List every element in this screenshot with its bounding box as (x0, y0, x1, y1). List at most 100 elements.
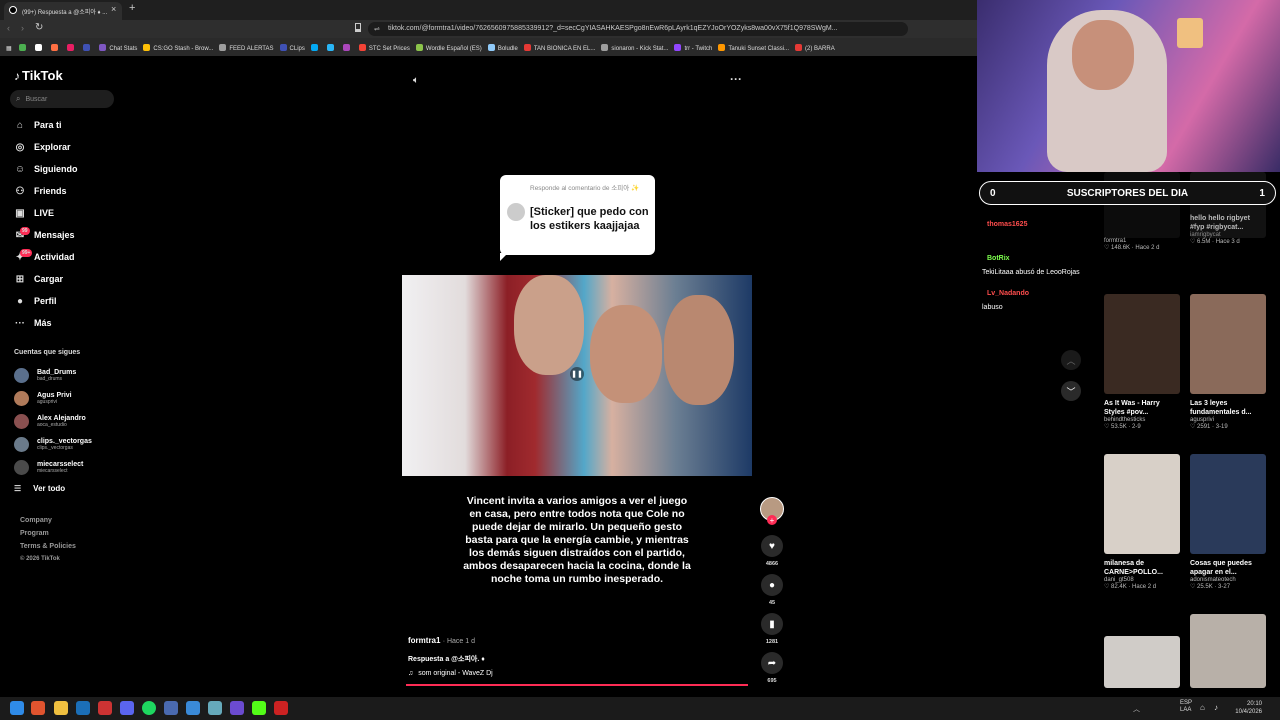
see-all-button[interactable]: ☰ Ver todo (14, 484, 65, 493)
forward-icon[interactable]: › (21, 23, 24, 33)
start-icon[interactable] (10, 701, 24, 715)
reload-icon[interactable]: ↻ (35, 22, 43, 33)
volume-icon[interactable]: 🔈︎ (413, 75, 419, 86)
nav-item-más[interactable]: ··· Más (14, 314, 124, 332)
comment-button[interactable]: ● (761, 574, 783, 596)
bookmark-item[interactable]: CS:GO Stash - Brow... (143, 44, 213, 52)
nav-label: Explorar (34, 142, 71, 152)
kick-taskbar-icon[interactable] (252, 701, 266, 715)
tiktok-logo[interactable]: ♪ TikTok (14, 68, 63, 83)
video-description: Respuesta a @소피아. ♦ (408, 656, 485, 663)
following-account[interactable]: miecarsselect miecarsselect (14, 456, 124, 478)
recommended-video-card[interactable] (1190, 614, 1266, 688)
following-account[interactable]: Bad_Drums bad_drums (14, 364, 124, 386)
nav-item-explorar[interactable]: ◎ Explorar (14, 138, 124, 156)
nav-item-perfil[interactable]: ● Perfil (14, 292, 124, 310)
music-line[interactable]: ♫ som original - WaveZ Dj (408, 670, 493, 677)
next-video-button[interactable]: ﹀ (1061, 381, 1081, 401)
bookmark-icon[interactable] (355, 23, 361, 32)
speaker-icon[interactable]: ♪ (1214, 703, 1218, 712)
site-info-icon[interactable]: ⇌ (374, 25, 380, 33)
bookmark-item[interactable] (67, 44, 77, 52)
nav-item-siguiendo[interactable]: ☺ Siguiendo (14, 160, 124, 178)
bookmark-item[interactable]: sionaron - Kick Stat... (601, 44, 668, 52)
bookmark-item[interactable] (83, 44, 93, 52)
more-options-icon[interactable]: ··· (730, 72, 742, 86)
bookmark-item[interactable]: trr - Twitch (674, 44, 712, 52)
video-title: milanesa de CARNE>POLLO... (1104, 560, 1163, 576)
nav-item-para-ti[interactable]: ⌂ Para ti (14, 116, 124, 134)
nav-item-actividad[interactable]: ✦ 99+ Actividad (14, 248, 124, 266)
discord-taskbar-icon[interactable] (120, 701, 134, 715)
save-button[interactable]: ▮ (761, 613, 783, 635)
tray-chevron-icon[interactable]: ︿ (1133, 704, 1140, 714)
brave-taskbar-icon[interactable] (31, 701, 45, 715)
apps-icon[interactable]: ▦ (6, 45, 12, 52)
browser-tab[interactable]: (99+) Respuesta a @소피아 ♦ ... (4, 2, 122, 20)
network-icon[interactable]: ⌂ (1200, 703, 1205, 712)
bookmark-item[interactable]: Boludle (487, 44, 518, 52)
close-tab-icon[interactable]: × (111, 4, 116, 14)
recommended-video-card[interactable]: Las 3 leyes fundamentales d... agusprivi ♡… (1190, 294, 1266, 430)
follow-plus-icon[interactable]: + (767, 515, 777, 525)
bookmark-item[interactable]: TAN BIONICA EN EL... (523, 44, 595, 52)
following-account[interactable]: Alex Alejandro aoca_estudio (14, 410, 124, 432)
app6-taskbar-icon[interactable] (274, 701, 288, 715)
bookmark-item[interactable]: STC Set Prices (358, 44, 410, 52)
back-icon[interactable]: ‹ (7, 23, 10, 33)
share-button[interactable]: ➦ (761, 652, 783, 674)
app-taskbar-icon[interactable] (98, 701, 112, 715)
video-player[interactable]: ❚❚ (402, 275, 752, 476)
bookmark-item[interactable] (51, 44, 61, 52)
recommended-video-card[interactable]: milanesa de CARNE>POLLO... dani_gt508 ♡ 82… (1104, 454, 1180, 590)
bookmark-item[interactable]: Tanuki Sunset Classi... (718, 44, 789, 52)
bookmark-item[interactable]: Chat Stats (99, 44, 137, 52)
nav-item-friends[interactable]: ⚇ Friends (14, 182, 124, 200)
video-stats: ♡ 25.5K · 3-27 (1190, 584, 1231, 590)
bookmark-item[interactable]: FEED ALERTAS (219, 44, 274, 52)
previous-video-button[interactable]: ︿ (1061, 350, 1081, 370)
nav-label: Más (34, 318, 52, 328)
steam-taskbar-icon[interactable] (76, 701, 90, 715)
footer-link[interactable]: Company (20, 517, 52, 524)
bookmark-item[interactable]: CLips (279, 44, 305, 52)
new-tab-button[interactable]: + (129, 2, 135, 14)
video-stats: ♡ 6.5M · Hace 3 d (1190, 239, 1240, 245)
bookmark-item[interactable] (310, 44, 321, 52)
video-author[interactable]: formtra1 (408, 636, 440, 645)
account-text: Agus Privi agusprivi (37, 392, 72, 405)
recommended-video-card[interactable]: Cosas que puedes apagar en el... adonisma… (1190, 454, 1266, 590)
following-title: Cuentas que sigues (14, 349, 81, 356)
footer-link[interactable]: Program (20, 530, 49, 537)
following-account[interactable]: clips._vectorgas clips._vectorgas (14, 433, 124, 455)
video-thumbnail (1190, 454, 1266, 554)
spotify-taskbar-icon[interactable] (142, 701, 156, 715)
bookmark-item[interactable] (19, 44, 29, 52)
nav-item-cargar[interactable]: ⊞ Cargar (14, 270, 124, 288)
search-input[interactable]: ⌕ Buscar (10, 90, 114, 108)
address-bar[interactable]: tiktok.com/@formtra1/video/7626560975885… (368, 22, 908, 36)
bookmark-item[interactable] (342, 44, 353, 52)
app2-taskbar-icon[interactable] (164, 701, 178, 715)
bookmark-item[interactable] (35, 44, 45, 52)
bookmark-item[interactable] (326, 44, 337, 52)
nav-item-live[interactable]: ▣ LIVE (14, 204, 124, 222)
chat-message: TekiLitaaa abusó de LeooRojas (982, 269, 1080, 276)
following-account[interactable]: Agus Privi agusprivi (14, 387, 124, 409)
nav-item-mensajes[interactable]: ✉ 99 Mensajes (14, 226, 124, 244)
clock[interactable]: 20:10 10/4/2026 (1230, 700, 1262, 716)
app5-taskbar-icon[interactable] (230, 701, 244, 715)
notification-badge: 99+ (20, 249, 33, 257)
pause-icon[interactable]: ❚❚ (570, 367, 584, 381)
bookmark-favicon-icon (718, 44, 726, 51)
footer-link[interactable]: Terms & Policies (20, 543, 76, 550)
explorer-taskbar-icon[interactable] (54, 701, 68, 715)
app3-taskbar-icon[interactable] (186, 701, 200, 715)
like-button[interactable]: ♥ (761, 535, 783, 557)
app4-taskbar-icon[interactable] (208, 701, 222, 715)
bookmark-item[interactable]: Wordle Español (ES) (415, 44, 482, 52)
language-indicator[interactable]: ESP LAA (1180, 700, 1194, 714)
bookmark-item[interactable]: (2) BARRA (795, 44, 835, 52)
recommended-video-card[interactable] (1104, 636, 1180, 688)
recommended-video-card[interactable]: As It Was - Harry Styles #pov... behindth… (1104, 294, 1180, 430)
